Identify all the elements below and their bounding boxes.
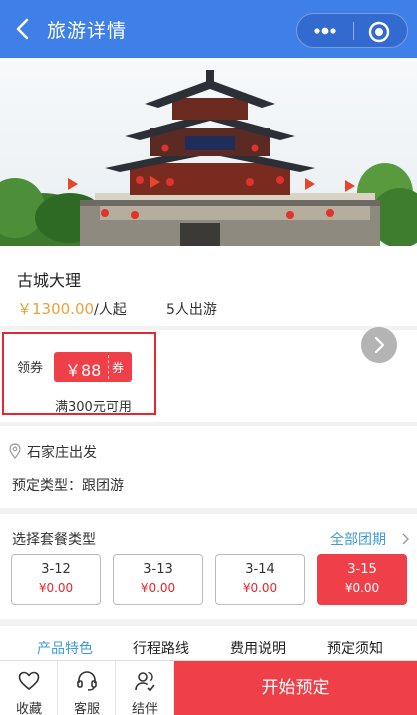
all-dates-link[interactable]: 全部团期 bbox=[330, 529, 386, 549]
customer-service-button[interactable]: 客服 bbox=[58, 661, 116, 715]
tab-itinerary[interactable]: 行程路线 bbox=[133, 638, 189, 658]
trip-price: ￥1300.00/人起 bbox=[17, 298, 127, 319]
coupon-label: 领券 bbox=[17, 361, 44, 376]
start-booking-button[interactable]: 开始预定 bbox=[174, 661, 417, 715]
companion-icon bbox=[135, 671, 155, 692]
capsule-divider bbox=[353, 22, 354, 40]
service-label: 客服 bbox=[73, 702, 100, 715]
banner-image bbox=[0, 58, 417, 246]
coupon-condition: 满300元可用 bbox=[55, 400, 132, 415]
min-people: 5人出游 bbox=[166, 302, 217, 318]
coupon-separator bbox=[108, 355, 109, 379]
heart-icon bbox=[18, 671, 40, 690]
tab-product-features[interactable]: 产品特色 bbox=[37, 638, 93, 658]
chevron-right-icon[interactable] bbox=[400, 532, 410, 546]
back-icon[interactable] bbox=[10, 14, 38, 44]
tower-illustration bbox=[0, 58, 417, 246]
coupon-tag: 券 bbox=[112, 361, 125, 375]
page-title: 旅游详情 bbox=[47, 20, 128, 42]
date-label: 3-12 bbox=[41, 562, 71, 577]
booking-type: 预定类型：跟团游 bbox=[12, 478, 124, 494]
chevron-right-icon[interactable] bbox=[361, 327, 397, 363]
date-option[interactable]: 3-14 ¥0.00 bbox=[215, 554, 305, 605]
companion-button[interactable]: 结伴 bbox=[116, 661, 174, 715]
date-option[interactable]: 3-12 ¥0.00 bbox=[11, 554, 101, 605]
favorite-label: 收藏 bbox=[15, 702, 42, 715]
mini-program-capsule bbox=[296, 13, 408, 48]
tab-booking-notes[interactable]: 预定须知 bbox=[327, 638, 383, 658]
price-value: ￥1300.00 bbox=[17, 300, 95, 318]
date-label: 3-15 bbox=[347, 562, 377, 577]
package-card: 选择套餐类型 全部团期 3-12 ¥0.00 3-13 ¥0.00 3-14 ¥… bbox=[0, 514, 417, 619]
close-target-icon[interactable] bbox=[367, 20, 391, 44]
departure-city: 石家庄出发 bbox=[27, 445, 97, 461]
date-price: ¥0.00 bbox=[38, 581, 74, 595]
bottom-action-bar: 收藏 客服 结伴 开始预定 bbox=[0, 660, 417, 715]
coupon-card: 领券 ￥88 券 满300元可用 bbox=[0, 330, 417, 422]
nav-bar: 旅游详情 bbox=[0, 0, 417, 58]
tab-fees[interactable]: 费用说明 bbox=[230, 638, 286, 658]
coupon-chip[interactable]: ￥88 券 bbox=[54, 352, 132, 382]
package-title: 选择套餐类型 bbox=[12, 532, 96, 548]
trip-title: 古城大理 bbox=[17, 271, 82, 290]
date-price: ¥0.00 bbox=[140, 581, 176, 595]
departure-card: 石家庄出发 预定类型：跟团游 bbox=[0, 426, 417, 508]
date-option[interactable]: 3-13 ¥0.00 bbox=[113, 554, 203, 605]
location-pin-icon bbox=[9, 443, 21, 459]
favorite-button[interactable]: 收藏 bbox=[0, 661, 58, 715]
trip-info-card: 古城大理 ￥1300.00/人起 5人出游 bbox=[0, 246, 417, 326]
date-label: 3-13 bbox=[143, 562, 173, 577]
price-unit: /人起 bbox=[94, 302, 127, 318]
companion-label: 结伴 bbox=[131, 702, 158, 715]
more-icon[interactable] bbox=[311, 20, 339, 42]
date-option-selected[interactable]: 3-15 ¥0.00 bbox=[317, 554, 407, 605]
headset-icon bbox=[77, 671, 97, 691]
date-price: ¥0.00 bbox=[344, 581, 380, 595]
coupon-amount: ￥88 bbox=[65, 361, 102, 380]
date-label: 3-14 bbox=[245, 562, 275, 577]
date-price: ¥0.00 bbox=[242, 581, 278, 595]
detail-tabs: 产品特色 行程路线 费用说明 预定须知 bbox=[0, 626, 417, 662]
